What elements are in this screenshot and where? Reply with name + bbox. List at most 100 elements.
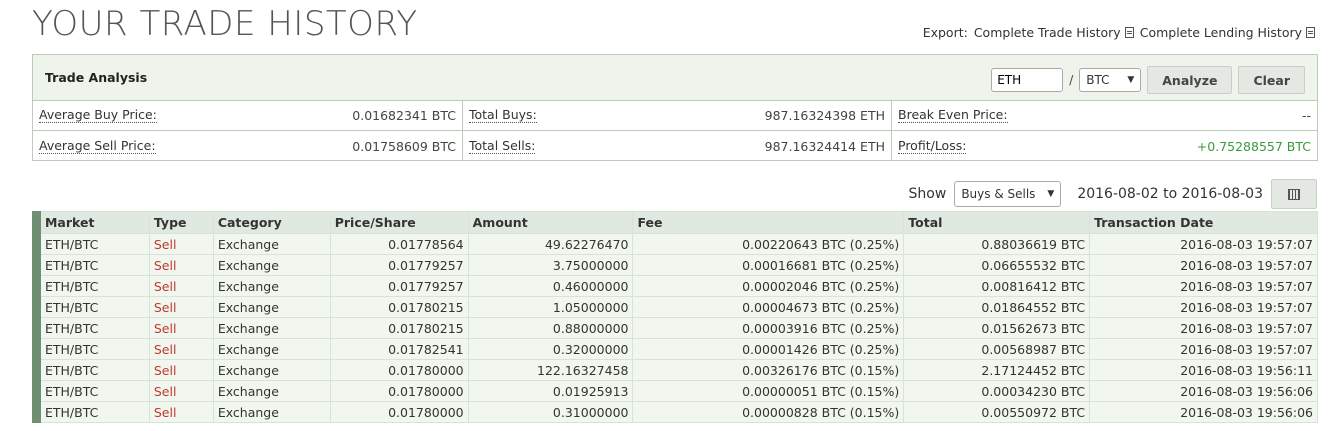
table-row: ETH/BTC Sell Exchange 0.01779257 3.75000000 0… xyxy=(32,254,1318,276)
column-header-amount[interactable]: Amount xyxy=(467,211,634,234)
export-links: Export: Complete Trade History Complete … xyxy=(923,25,1315,40)
cell-category: Exchange xyxy=(212,338,331,360)
column-header-type[interactable]: Type xyxy=(148,211,214,234)
cell-market: ETH/BTC xyxy=(39,275,150,297)
cell-fee: 0.00000051 BTC (0.15%) xyxy=(632,380,905,402)
cell-total: 0.06655532 BTC xyxy=(903,254,1091,276)
currency-input[interactable] xyxy=(991,68,1064,92)
cell-category: Exchange xyxy=(212,254,331,276)
cell-date: 2016-08-03 19:57:07 xyxy=(1089,254,1318,276)
calendar-button[interactable] xyxy=(1271,179,1317,209)
trade-analysis-title: Trade Analysis xyxy=(45,70,148,85)
cell-amount: 3.75000000 xyxy=(467,254,634,276)
cell-date: 2016-08-03 19:57:07 xyxy=(1089,338,1318,360)
total-buys-value: 987.16324398 ETH xyxy=(764,108,885,123)
column-header-total[interactable]: Total xyxy=(903,211,1091,234)
avg-buy-price-label: Average Buy Price: xyxy=(39,107,157,123)
dropdown-arrow-icon: ▼ xyxy=(1047,189,1055,199)
cell-category: Exchange xyxy=(212,401,331,423)
table-row: ETH/BTC Sell Exchange 0.01780000 0.31000000 0… xyxy=(32,401,1318,423)
column-header-date[interactable]: Transaction Date xyxy=(1089,211,1318,234)
cell-price: 0.01779257 xyxy=(329,254,469,276)
export-lending-history-link[interactable]: Complete Lending History xyxy=(1140,25,1315,40)
cell-price: 0.01782541 xyxy=(329,338,469,360)
trade-analysis-header: Trade Analysis / BTC ▼ Analyze Clear xyxy=(33,55,1317,101)
column-header-fee[interactable]: Fee xyxy=(632,211,905,234)
cell-amount: 1.05000000 xyxy=(467,296,634,318)
clear-button[interactable]: Clear xyxy=(1238,66,1305,94)
total-sells-label: Total Sells: xyxy=(469,137,536,154)
cell-total: 0.88036619 BTC xyxy=(903,233,1091,255)
column-header-market[interactable]: Market xyxy=(39,211,150,234)
column-header-category[interactable]: Category xyxy=(212,211,331,234)
analysis-cell: Average Buy Price: 0.01682341 BTC xyxy=(33,101,462,130)
cell-category: Exchange xyxy=(212,359,331,381)
cell-date: 2016-08-03 19:57:07 xyxy=(1089,317,1318,339)
analysis-row: Average Buy Price: 0.01682341 BTC Total … xyxy=(33,101,1317,131)
trade-history-table: Market Type Category Price/Share Amount … xyxy=(32,211,1318,423)
analyze-button[interactable]: Analyze xyxy=(1147,66,1233,94)
cell-fee: 0.00004673 BTC (0.25%) xyxy=(632,296,905,318)
page-title: YOUR TRADE HISTORY xyxy=(32,4,418,44)
base-currency-select[interactable]: BTC ▼ xyxy=(1079,68,1142,92)
show-label: Show xyxy=(908,186,947,202)
cell-market: ETH/BTC xyxy=(39,317,150,339)
cell-amount: 0.31000000 xyxy=(467,401,634,423)
cell-market: ETH/BTC xyxy=(39,233,150,255)
cell-fee: 0.00000828 BTC (0.15%) xyxy=(632,401,905,423)
export-trade-history-link[interactable]: Complete Trade History xyxy=(974,25,1134,40)
table-row: ETH/BTC Sell Exchange 0.01780215 0.88000000 0… xyxy=(32,317,1318,339)
cell-total: 0.00034230 BTC xyxy=(903,380,1091,402)
cell-date: 2016-08-03 19:57:07 xyxy=(1089,233,1318,255)
cell-total: 0.01562673 BTC xyxy=(903,317,1091,339)
cell-type: Sell xyxy=(148,359,214,381)
trade-analysis-panel: Trade Analysis / BTC ▼ Analyze Clear Ave… xyxy=(32,54,1318,161)
cell-date: 2016-08-03 19:57:07 xyxy=(1089,275,1318,297)
cell-date: 2016-08-03 19:56:06 xyxy=(1089,401,1318,423)
cell-total: 0.00550972 BTC xyxy=(903,401,1091,423)
row-accent xyxy=(32,380,41,402)
date-range[interactable]: 2016-08-02 to 2016-08-03 xyxy=(1077,186,1263,202)
cell-type: Sell xyxy=(148,233,214,255)
cell-date: 2016-08-03 19:56:11 xyxy=(1089,359,1318,381)
calendar-icon xyxy=(1288,188,1300,200)
table-row: ETH/BTC Sell Exchange 0.01780000 0.01925913 0… xyxy=(32,380,1318,402)
column-header-price[interactable]: Price/Share xyxy=(329,211,469,234)
analysis-row: Average Sell Price: 0.01758609 BTC Total… xyxy=(33,131,1317,161)
cell-price: 0.01780215 xyxy=(329,317,469,339)
table-header-row: Market Type Category Price/Share Amount … xyxy=(32,211,1318,234)
break-even-price-value: -- xyxy=(1301,108,1311,123)
table-row: ETH/BTC Sell Exchange 0.01780000 122.1632745… xyxy=(32,359,1318,381)
profit-loss-label: Profit/Loss: xyxy=(898,137,967,154)
row-accent xyxy=(32,233,41,255)
cell-fee: 0.00220643 BTC (0.25%) xyxy=(632,233,905,255)
avg-sell-price-label: Average Sell Price: xyxy=(39,137,156,154)
cell-price: 0.01780000 xyxy=(329,359,469,381)
analysis-cell: Average Sell Price: 0.01758609 BTC xyxy=(33,131,462,161)
analysis-cell: Break Even Price: -- xyxy=(891,101,1317,130)
profit-loss-value: +0.75288557 BTC xyxy=(1196,138,1311,154)
export-lending-history-label: Complete Lending History xyxy=(1139,25,1302,40)
row-accent xyxy=(32,338,41,360)
export-label: Export: xyxy=(922,25,968,40)
show-select[interactable]: Buys & Sells ▼ xyxy=(954,181,1062,207)
analysis-cell: Total Sells: 987.16324414 ETH xyxy=(462,131,891,161)
cell-total: 0.01864552 BTC xyxy=(903,296,1091,318)
history-filter: Show Buys & Sells ▼ 2016-08-02 to 2016-0… xyxy=(909,179,1317,209)
base-currency-value: BTC xyxy=(1086,73,1110,87)
analysis-cell: Profit/Loss: +0.75288557 BTC xyxy=(891,131,1317,161)
row-accent xyxy=(32,317,41,339)
cell-amount: 0.01925913 xyxy=(467,380,634,402)
table-row: ETH/BTC Sell Exchange 0.01778564 49.62276470… xyxy=(32,233,1318,255)
cell-fee: 0.00326176 BTC (0.15%) xyxy=(632,359,905,381)
cell-type: Sell xyxy=(148,254,214,276)
cell-total: 0.00568987 BTC xyxy=(903,338,1091,360)
total-buys-label: Total Buys: xyxy=(469,107,537,123)
cell-market: ETH/BTC xyxy=(39,380,150,402)
cell-fee: 0.00001426 BTC (0.25%) xyxy=(632,338,905,360)
total-sells-value: 987.16324414 ETH xyxy=(764,138,885,154)
cell-total: 0.00816412 BTC xyxy=(903,275,1091,297)
cell-type: Sell xyxy=(148,317,214,339)
row-accent xyxy=(32,359,41,381)
cell-fee: 0.00016681 BTC (0.25%) xyxy=(632,254,905,276)
